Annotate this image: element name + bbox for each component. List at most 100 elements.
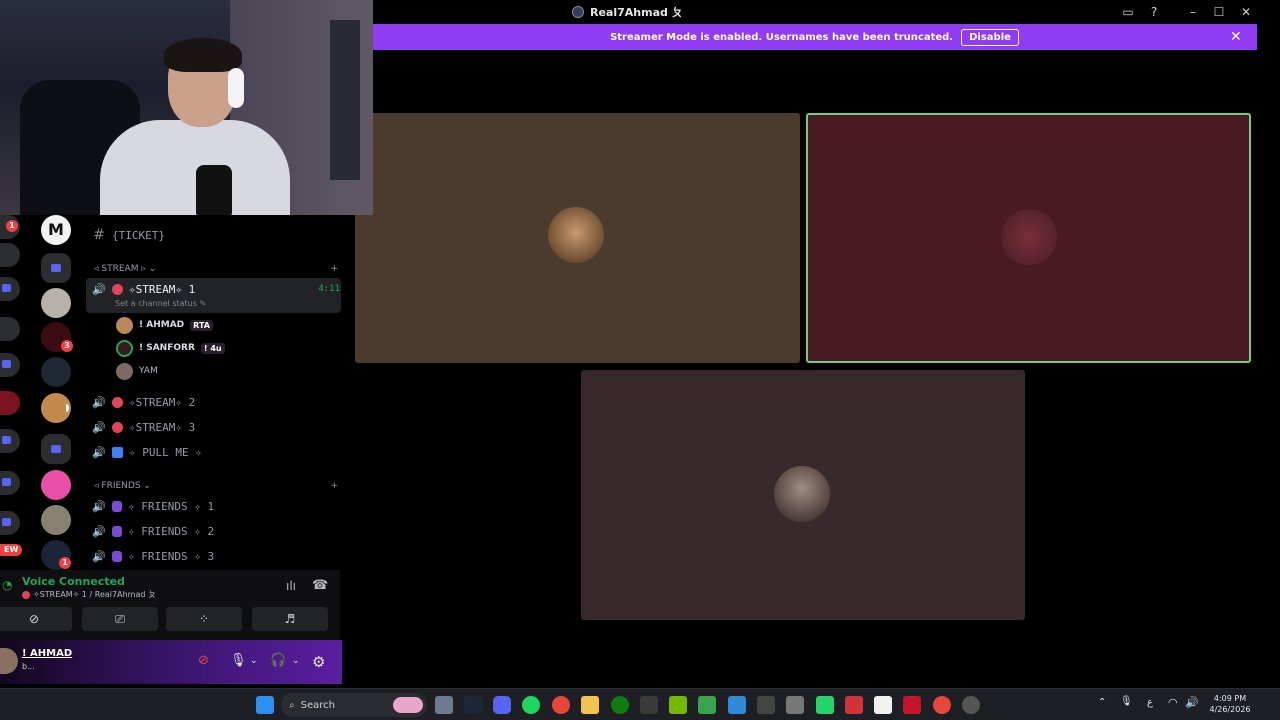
participant-avatar	[1001, 209, 1057, 265]
channel-friends-3[interactable]: 🔊 ✧ FRIENDS ✧ 3	[92, 544, 340, 568]
voice-speaker-icon: 🔊	[92, 420, 106, 434]
minimize-button[interactable]: –	[1184, 3, 1202, 21]
close-banner-icon[interactable]: ✕	[1230, 29, 1242, 45]
volume-icon[interactable]: 🔊	[1185, 696, 1199, 709]
add-channel-icon[interactable]: +	[330, 264, 338, 274]
disconnect-icon[interactable]: ☎	[312, 578, 328, 593]
headphones-icon[interactable]: 🎧	[270, 653, 286, 668]
steam-icon[interactable]	[464, 696, 482, 714]
add-channel-icon[interactable]: +	[330, 481, 338, 491]
settings-gear-icon[interactable]: ⚙	[312, 653, 325, 671]
channel-stream-2[interactable]: 🔊 ✧STREAM✧ 2	[92, 390, 340, 414]
language-indicator[interactable]: ع	[1147, 697, 1153, 708]
spotify-icon[interactable]	[522, 696, 540, 714]
video-tile-3[interactable]	[581, 370, 1025, 620]
windows-start-icon[interactable]	[256, 696, 274, 714]
app-logo-icon	[572, 6, 584, 18]
noise-suppression-icon[interactable]: ılı	[286, 579, 296, 593]
voice-channel-link[interactable]: ✧STREAM✧ 1 / Real7Ahmad ㄆ	[22, 589, 156, 600]
red-dot-icon	[112, 421, 123, 433]
app-icon[interactable]	[845, 696, 863, 714]
video-tile-2-speaking[interactable]	[806, 113, 1251, 363]
server-icon[interactable]	[41, 470, 71, 500]
window-title: Real7Ahmad ㄆ	[572, 4, 683, 20]
screen-share-button[interactable]: ⎚	[82, 607, 158, 631]
inbox-icon[interactable]: ▭	[1119, 3, 1137, 21]
file-explorer-icon[interactable]	[581, 696, 599, 714]
channel-stream-3[interactable]: 🔊 ✧STREAM✧ 3	[92, 415, 340, 439]
app-icon[interactable]	[728, 696, 746, 714]
voice-speaker-icon: 🔊	[92, 282, 106, 296]
channel-friends-1[interactable]: 🔊 ✧ FRIENDS ✧ 1	[92, 494, 340, 518]
rail-folder[interactable]	[0, 353, 20, 377]
xbox-icon[interactable]	[611, 696, 629, 714]
avatar	[116, 316, 133, 334]
whatsapp-icon[interactable]	[816, 696, 834, 714]
signal-icon: ◔	[2, 578, 13, 592]
purple-grapes-icon	[112, 550, 122, 562]
gamepass-icon[interactable]	[698, 696, 716, 714]
app-icon[interactable]	[757, 696, 775, 714]
username[interactable]: ! AHMAD	[22, 648, 72, 659]
category-stream[interactable]: ◃ STREAM ▹ ⌄ +	[94, 264, 338, 274]
server-icon[interactable]	[41, 505, 71, 535]
rail-server[interactable]	[0, 243, 20, 267]
rail-server[interactable]	[0, 391, 20, 415]
webcam-overlay	[0, 0, 373, 215]
channel-friends-2[interactable]: 🔊 ✧ FRIENDS ✧ 2	[92, 519, 340, 543]
wifi-icon[interactable]: ◠	[1168, 696, 1178, 709]
server-folder[interactable]	[41, 434, 71, 464]
server-icon[interactable]: M	[41, 215, 71, 245]
store-icon[interactable]	[640, 696, 658, 714]
recycle-icon[interactable]	[786, 696, 804, 714]
microphone-icon[interactable]: 🎙	[230, 653, 247, 668]
rail-folder[interactable]	[0, 429, 20, 453]
red-dot-icon	[112, 283, 123, 295]
nvidia-icon[interactable]	[669, 696, 687, 714]
disable-streamer-mode-button[interactable]: Disable	[961, 28, 1019, 46]
rail-folder[interactable]	[0, 511, 20, 535]
channel-status-input[interactable]: Set a channel status ✎	[115, 299, 206, 308]
server-icon[interactable]	[41, 357, 71, 387]
camera-muted-icon[interactable]: ⊘	[198, 653, 209, 668]
server-folder[interactable]	[41, 253, 71, 283]
mention-badge: 1	[6, 220, 18, 232]
chrome-icon[interactable]	[933, 696, 951, 714]
chevron-down-icon[interactable]: ⌄	[250, 656, 258, 666]
help-icon[interactable]: ?	[1145, 3, 1163, 21]
voice-member[interactable]: ! SANFORR ! 4u	[116, 338, 225, 358]
rail-server[interactable]	[0, 317, 20, 341]
maximize-button[interactable]: ☐	[1210, 3, 1228, 21]
chevron-up-icon[interactable]: ⌃	[1098, 697, 1106, 708]
app-icon[interactable]	[903, 696, 921, 714]
camera-app-icon[interactable]	[435, 696, 453, 714]
mention-badge: 1	[59, 557, 71, 569]
capcut-icon[interactable]	[874, 696, 892, 714]
voice-member[interactable]: YAM	[116, 361, 158, 381]
taskbar-clock[interactable]: 4:09 PM 4/26/2026	[1200, 693, 1260, 715]
category-friends[interactable]: ◃ FRIENDS ⌄ +	[94, 481, 338, 491]
webcam-microphone	[196, 165, 232, 215]
server-icon[interactable]	[41, 288, 71, 318]
close-window-button[interactable]: ✕	[1237, 3, 1255, 21]
chrome-icon[interactable]	[552, 696, 570, 714]
purple-grapes-icon	[112, 500, 122, 512]
voice-member[interactable]: ! AHMAD RTA	[116, 315, 213, 335]
chevron-down-icon[interactable]: ⌄	[292, 656, 300, 666]
microphone-tray-icon[interactable]: 🎙	[1120, 696, 1133, 707]
taskbar-search[interactable]: ⌕ Search	[281, 693, 427, 717]
voice-speaker-icon: 🔊	[92, 524, 106, 538]
discord-icon[interactable]	[493, 696, 511, 714]
channel-pull-me[interactable]: 🔊 ✧ PULL ME ✧	[92, 440, 340, 464]
rail-folder[interactable]	[0, 277, 20, 301]
camera-off-button[interactable]: ⊘	[0, 607, 72, 631]
voice-status[interactable]: Voice Connected	[22, 575, 125, 588]
avatar[interactable]	[0, 648, 18, 674]
channel-ticket[interactable]: # {TICKET}	[92, 223, 340, 247]
rail-folder[interactable]	[0, 471, 20, 495]
activities-button[interactable]: ⁘	[166, 607, 242, 631]
settings-icon[interactable]	[962, 696, 980, 714]
channel-stream-1[interactable]: 🔊 ✧STREAM✧ 1 4:11	[92, 277, 340, 301]
video-tile-1[interactable]	[355, 113, 800, 363]
soundboard-button[interactable]: ♬	[252, 607, 328, 631]
